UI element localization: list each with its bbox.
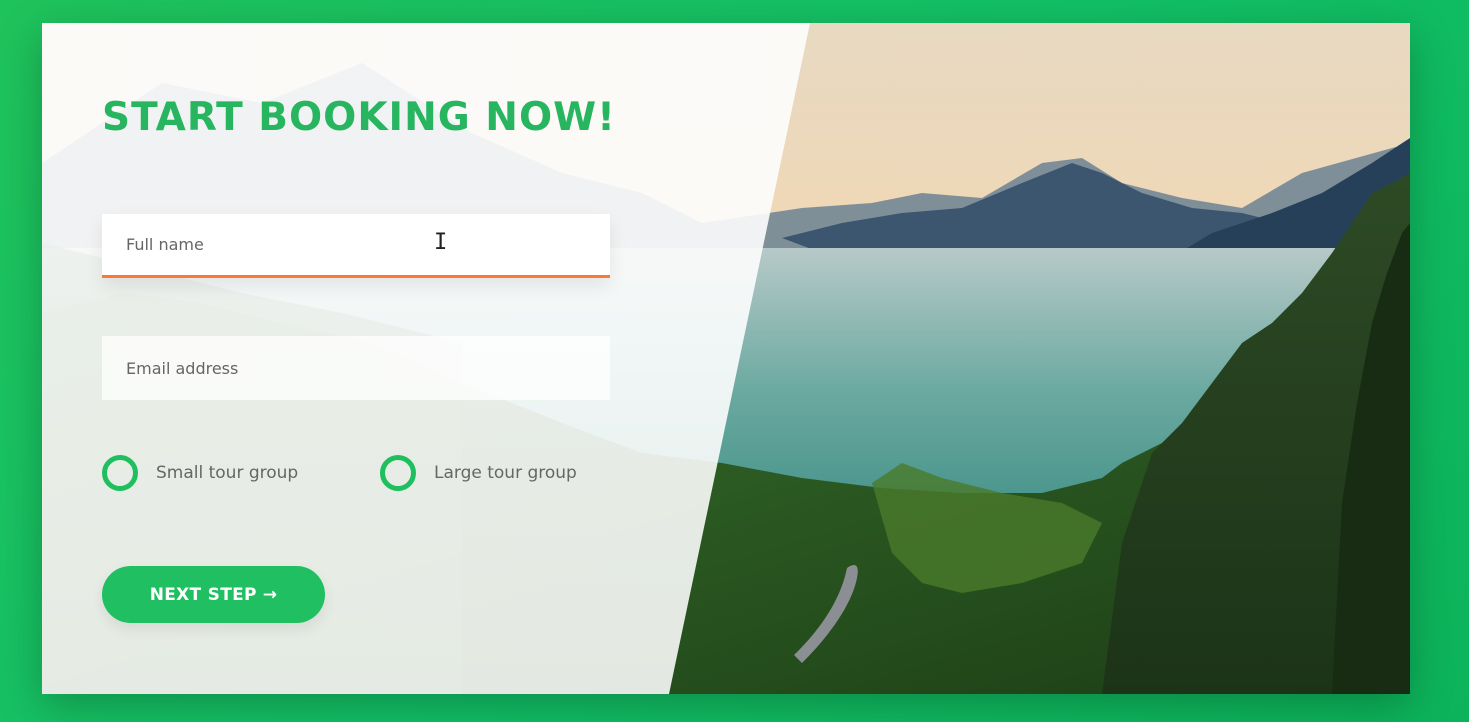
small-tour-group-option[interactable]: Small tour group: [102, 455, 298, 491]
text-cursor-icon: I: [434, 230, 448, 255]
small-tour-group-label[interactable]: Small tour group: [156, 463, 298, 483]
large-tour-group-label[interactable]: Large tour group: [434, 463, 577, 483]
email-input[interactable]: [102, 336, 610, 400]
next-step-label: NEXT STEP: [149, 584, 257, 605]
radio-circle-icon[interactable]: [102, 455, 138, 491]
full-name-input[interactable]: [102, 214, 610, 278]
booking-card: START BOOKING NOW! I Small tour group La…: [42, 23, 1410, 694]
radio-circle-icon[interactable]: [380, 455, 416, 491]
large-tour-group-option[interactable]: Large tour group: [380, 455, 577, 491]
arrow-right-icon: →: [262, 584, 278, 605]
next-step-button[interactable]: NEXT STEP →: [102, 566, 325, 623]
page-title: START BOOKING NOW!: [102, 95, 616, 140]
